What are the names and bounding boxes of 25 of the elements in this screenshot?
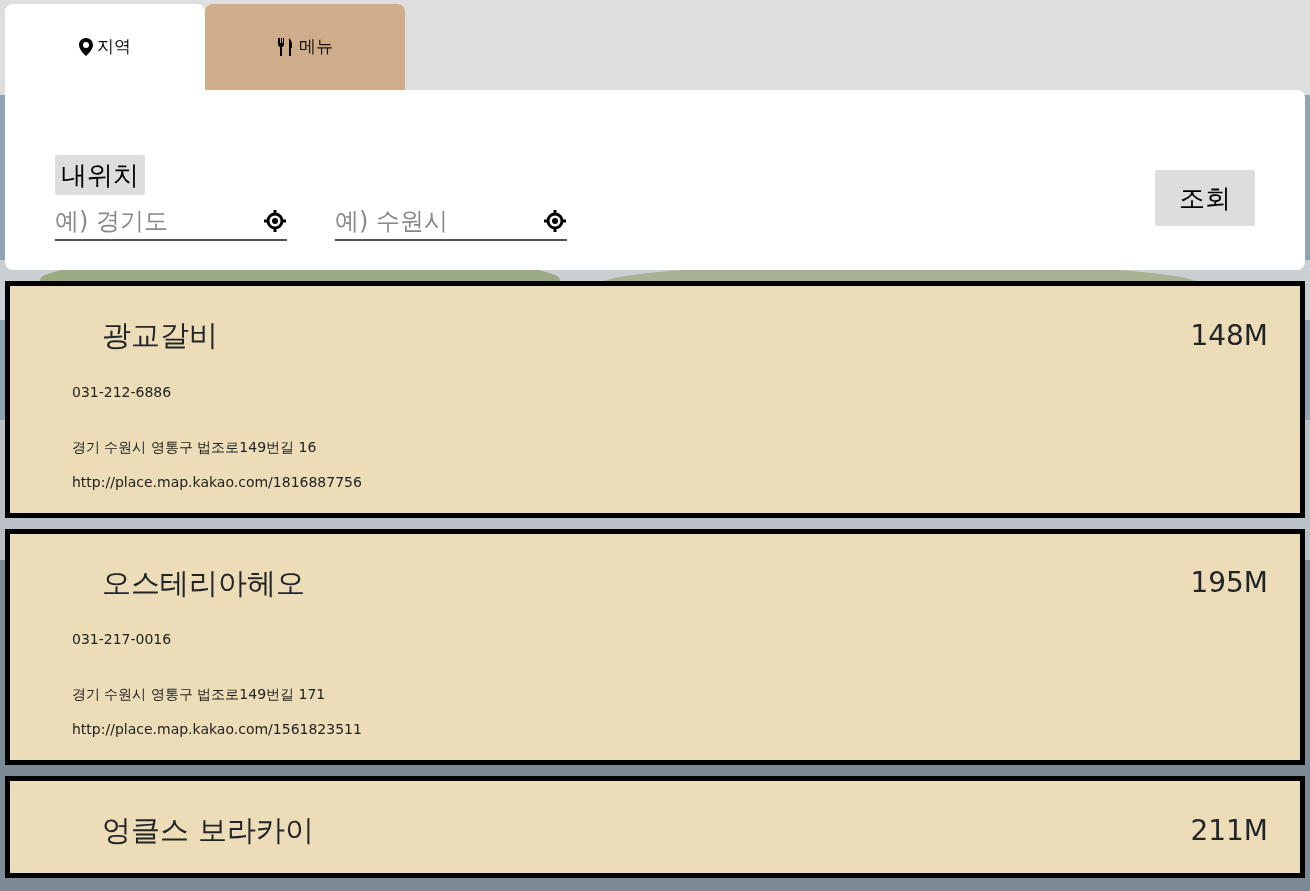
restaurant-name: 광교갈비: [102, 317, 218, 354]
result-card[interactable]: 엉클스 보라카이 211M: [5, 776, 1305, 878]
distance-text: 148M: [1190, 317, 1268, 354]
restaurant-name: 엉클스 보라카이: [102, 812, 315, 849]
url-link[interactable]: http://place.map.kakao.com/1561823511: [72, 719, 1268, 740]
cutlery-icon: [277, 38, 295, 56]
pin-icon: [79, 38, 93, 56]
result-card[interactable]: 오스테리아헤오 195M 031-217-0016 경기 수원시 영통구 법조로149번길 171 http://place.map.kakao.com/1561823511: [5, 528, 1305, 765]
restaurant-name: 오스테리아헤오: [102, 564, 305, 602]
target-icon[interactable]: [263, 209, 287, 233]
input-field[interactable]: 예) 수원시: [335, 203, 535, 239]
my-location-button[interactable]: 내위치: [55, 155, 145, 195]
target-icon[interactable]: [543, 209, 567, 233]
search-button[interactable]: 조회: [1155, 170, 1255, 226]
distance-text: 195M: [1190, 565, 1268, 602]
phone-text: 031-217-0016: [72, 630, 173, 649]
tab[interactable]: 지역: [5, 4, 205, 90]
input-field[interactable]: 예) 경기도: [55, 203, 255, 239]
address-text: 경기 수원시 영통구 법조로149번길 171: [72, 685, 327, 704]
address-text: 경기 수원시 영통구 법조로149번길 16: [72, 437, 318, 457]
url-link[interactable]: http://place.map.kakao.com/1816887756: [72, 471, 1268, 493]
phone-text: 031-212-6886: [72, 382, 173, 402]
tab[interactable]: 메뉴: [205, 4, 405, 90]
result-card[interactable]: 광교갈비 148M 031-212-6886 경기 수원시 영통구 법조로149번길 16 http://place.map.kakao.com/1816887756: [5, 281, 1305, 518]
distance-text: 211M: [1190, 812, 1268, 849]
